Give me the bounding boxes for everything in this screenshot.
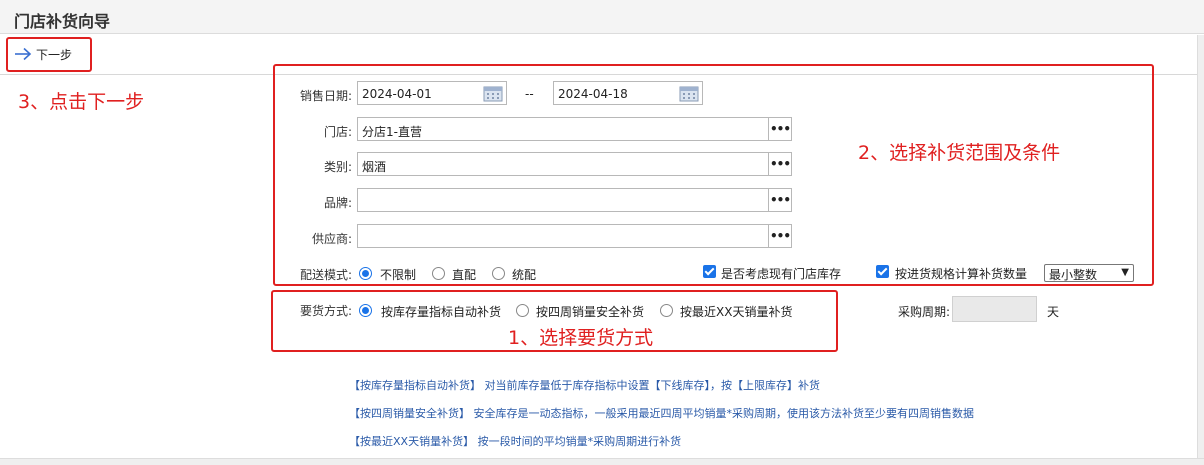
spec-calc-label: 按进货规格计算补货数量 (895, 267, 1028, 281)
date-from-value: 2024-04-01 (362, 87, 432, 101)
title-bar: 门店补货向导 (0, 0, 1204, 34)
store-label: 门店: (323, 125, 352, 139)
order-method-recent-days: 按最近XX天销量补货 (680, 305, 793, 319)
rounding-select-value: 最小整数 (1049, 268, 1098, 282)
order-method-label: 要货方式: (299, 304, 352, 318)
annotation-step3: 3、点击下一步 (18, 91, 145, 113)
date-to-value: 2024-04-18 (558, 87, 628, 101)
delivery-option-unlimited: 不限制 (380, 268, 417, 282)
consider-stock-checkbox[interactable] (703, 265, 716, 278)
highlight-next-button (6, 37, 92, 72)
spec-calc-checkbox[interactable] (876, 265, 889, 278)
order-method-radio-four-week[interactable] (516, 304, 529, 317)
date-separator: -- (525, 87, 534, 101)
purchase-cycle-unit: 天 (1047, 305, 1060, 319)
store-lookup-button[interactable]: ••• (768, 118, 791, 140)
store-value: 分店1-直营 (362, 125, 422, 139)
order-method-radio-recent-days[interactable] (660, 304, 673, 317)
sales-date-label: 销售日期: (299, 89, 352, 103)
category-label: 类别: (323, 160, 352, 174)
rounding-select[interactable]: 最小整数 ▼ (1044, 264, 1134, 282)
note-four-week: 【按四周销量安全补货】 安全库存是一动态指标，一般采用最近四周平均销量*采购周期… (349, 407, 974, 420)
calendar-icon[interactable] (679, 84, 699, 102)
annotation-step2: 2、选择补货范围及条件 (858, 142, 1061, 164)
delivery-option-direct: 直配 (452, 268, 477, 282)
delivery-mode-label: 配送模式: (299, 268, 352, 282)
delivery-radio-direct[interactable] (432, 267, 445, 280)
note-stock-index: 【按库存量指标自动补货】 对当前库存量低于库存指标中设置【下线库存】，按【上限库… (349, 379, 820, 392)
chevron-down-icon: ▼ (1121, 267, 1129, 278)
category-lookup-button[interactable]: ••• (768, 153, 791, 175)
annotation-step1: 1、选择要货方式 (508, 327, 654, 349)
store-field[interactable]: 分店1-直营 ••• (357, 117, 792, 141)
order-method-four-week: 按四周销量安全补货 (536, 305, 645, 319)
window-title: 门店补货向导 (14, 12, 111, 31)
delivery-radio-unlimited[interactable] (359, 267, 372, 280)
category-field[interactable]: 烟酒 ••• (357, 152, 792, 176)
supplier-label: 供应商: (311, 232, 352, 246)
brand-label: 品牌: (323, 196, 352, 210)
brand-lookup-button[interactable]: ••• (768, 189, 791, 211)
consider-stock-label: 是否考虑现有门店库存 (721, 267, 842, 281)
note-recent-days: 【按最近XX天销量补货】 按一段时间的平均销量*采购周期进行补货 (349, 435, 682, 448)
order-method-stock-index: 按库存量指标自动补货 (381, 305, 502, 319)
scrollbar-track[interactable] (1197, 35, 1204, 464)
calendar-icon[interactable] (483, 84, 503, 102)
order-method-radio-stock-index[interactable] (359, 304, 372, 317)
supplier-lookup-button[interactable]: ••• (768, 225, 791, 247)
category-value: 烟酒 (362, 160, 387, 174)
date-from-field[interactable]: 2024-04-01 (357, 81, 507, 105)
delivery-radio-central[interactable] (492, 267, 505, 280)
purchase-cycle-label: 采购周期: (898, 305, 951, 319)
purchase-cycle-input[interactable] (952, 296, 1037, 322)
delivery-option-central: 统配 (512, 268, 537, 282)
brand-field[interactable]: ••• (357, 188, 792, 212)
date-to-field[interactable]: 2024-04-18 (553, 81, 703, 105)
supplier-field[interactable]: ••• (357, 224, 792, 248)
